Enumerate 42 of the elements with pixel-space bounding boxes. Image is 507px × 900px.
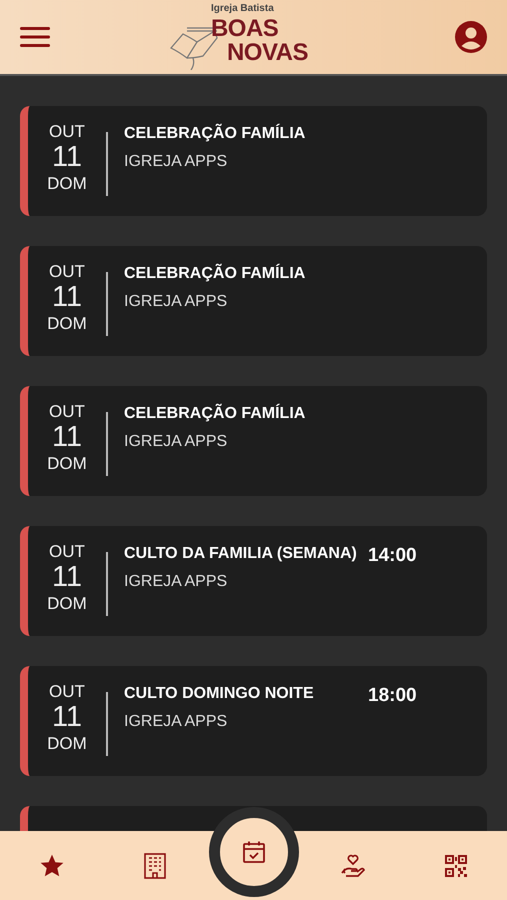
event-organizer: IGREJA APPS <box>124 152 228 172</box>
event-month: OUT <box>49 402 85 422</box>
event-card[interactable]: OUT 11 DOM CELEBRAÇÃO FAMÍLIA IGREJA APPS <box>20 246 487 356</box>
logo-subtitle: Igreja Batista <box>210 4 275 14</box>
calendar-icon <box>242 840 266 864</box>
event-title: CELEBRAÇÃO FAMÍLIA <box>124 122 306 144</box>
event-month: OUT <box>49 122 85 142</box>
star-icon <box>38 852 65 878</box>
event-month: OUT <box>49 682 85 702</box>
event-weekday: DOM <box>47 314 87 335</box>
event-card[interactable]: OUT 11 DOM CULTO DA FAMILIA (SEMANA) IGREJA APPS 14:00 <box>20 526 487 636</box>
event-card[interactable]: OUT 11 DOM CELEBRAÇÃO FAMÍLIA IGREJA APPS <box>20 386 487 496</box>
user-icon <box>454 21 487 53</box>
event-weekday: DOM <box>47 174 87 195</box>
event-weekday: DOM <box>47 734 87 755</box>
qr-code-icon <box>444 854 468 878</box>
event-time: 14:00 <box>368 544 417 568</box>
event-month: OUT <box>49 262 85 282</box>
event-card[interactable]: OUT 11 DOM CULTO DOMINGO NOITE IGREJA APPS 18:00 <box>20 666 487 776</box>
event-month: OUT <box>49 542 85 562</box>
building-icon <box>142 852 167 878</box>
event-organizer: IGREJA APPS <box>124 572 228 592</box>
event-organizer: IGREJA APPS <box>124 432 228 452</box>
event-card[interactable]: OUT 11 DOM CELEBRAÇÃO FAMÍLIA IGREJA APPS <box>20 106 487 216</box>
logo-title: NOVAS <box>226 42 308 64</box>
menu-icon <box>20 26 50 48</box>
event-weekday: DOM <box>47 454 87 475</box>
event-organizer: IGREJA APPS <box>124 292 228 312</box>
event-title: CELEBRAÇÃO FAMÍLIA <box>124 262 306 284</box>
event-time: 18:00 <box>368 684 417 708</box>
event-title: CULTO DA FAMILIA (SEMANA) <box>124 544 358 564</box>
heart-hand-icon <box>340 852 366 878</box>
event-title: CULTO DOMINGO NOITE <box>124 684 315 704</box>
event-day: 11 <box>52 562 82 594</box>
event-day: 11 <box>52 422 82 454</box>
event-day: 11 <box>52 282 82 314</box>
logo-title: BOAS <box>210 18 280 40</box>
event-day: 11 <box>52 702 82 734</box>
event-title: CELEBRAÇÃO FAMÍLIA <box>124 402 306 424</box>
event-day: 11 <box>52 142 82 174</box>
event-weekday: DOM <box>47 594 87 615</box>
event-organizer: IGREJA APPS <box>124 712 228 732</box>
